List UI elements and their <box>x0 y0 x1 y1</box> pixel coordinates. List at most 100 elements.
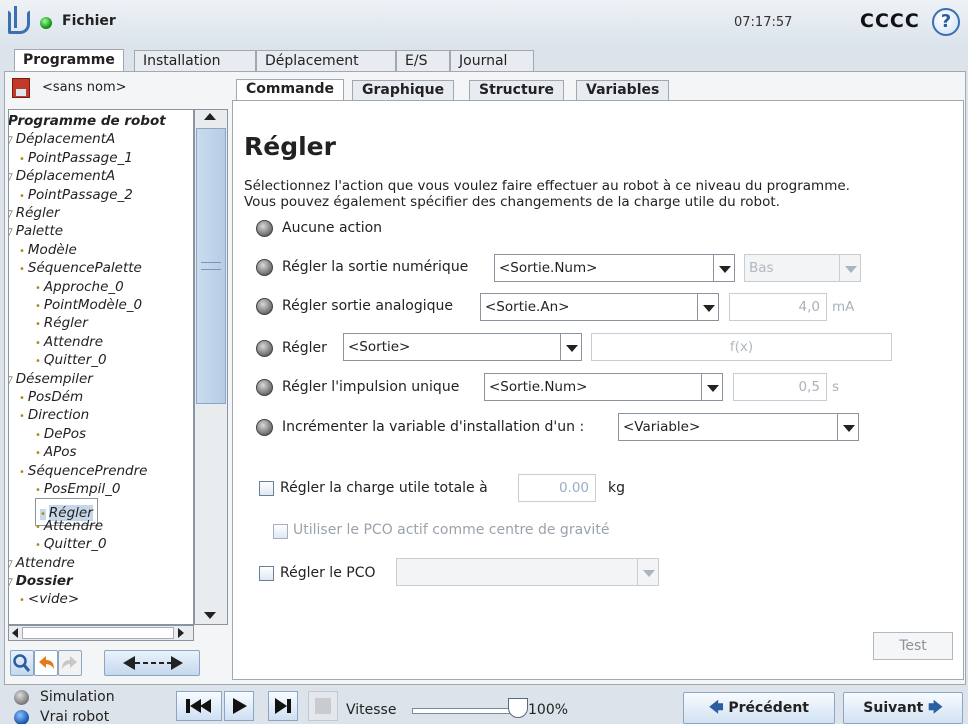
chevron-down-icon[interactable] <box>697 293 719 321</box>
tree-node[interactable]: ▽Palette <box>9 222 63 242</box>
previous-label: Précédent <box>728 700 809 716</box>
digital-output-select[interactable]: <Sortie.Num> <box>494 254 714 282</box>
tree-node-marker-icon: • <box>19 153 25 165</box>
tree-node[interactable]: • Quitter_0 <box>35 351 107 371</box>
undo-button[interactable] <box>34 650 58 676</box>
tree-node[interactable]: • PointModèle_0 <box>35 296 142 316</box>
pulse-output-select[interactable]: <Sortie.Num> <box>484 373 702 401</box>
speed-value: 100% <box>528 702 569 718</box>
tree-hscroll-thumb[interactable] <box>22 627 174 639</box>
speed-label: Vitesse <box>346 702 397 718</box>
tree-node[interactable]: ▽Régler <box>9 204 60 224</box>
step-button[interactable] <box>268 691 298 721</box>
tree-node-marker-icon: ▽ <box>9 577 13 588</box>
tree-node-label: PointModèle_0 <box>43 297 143 313</box>
tree-node[interactable]: • Attendre <box>35 333 103 353</box>
tree-node[interactable]: ▽Dossier <box>9 572 73 592</box>
radio-aucune-action[interactable] <box>256 220 273 237</box>
file-menu[interactable]: Fichier <box>62 13 116 29</box>
previous-button[interactable]: 🡄 Précédent <box>683 692 835 724</box>
tree-node[interactable]: • PosEmpil_0 <box>35 480 120 500</box>
tree-node[interactable]: • PointPassage_1 <box>19 149 133 169</box>
payload-field[interactable]: 0.00 <box>518 474 596 502</box>
ur-logo-stroke <box>14 6 24 28</box>
radio-regler[interactable] <box>256 340 273 357</box>
use-tcp-cog-checkbox <box>273 524 288 539</box>
variable-select[interactable]: <Variable> <box>618 413 838 441</box>
tree-node[interactable]: Programme de robot <box>9 112 166 132</box>
scroll-right-icon[interactable] <box>178 628 184 638</box>
chevron-down-icon[interactable] <box>837 413 859 441</box>
scroll-up-icon[interactable] <box>204 113 216 120</box>
tab-variables[interactable]: Variables <box>576 80 670 100</box>
simulation-radio[interactable] <box>14 690 29 705</box>
tree-node[interactable]: • <vide> <box>19 590 79 610</box>
scroll-down-icon[interactable] <box>204 612 216 619</box>
search-button[interactable] <box>10 650 34 676</box>
move-arrows-icon <box>123 656 183 670</box>
tab-es[interactable]: E/S <box>396 50 450 72</box>
tree-node[interactable]: • APos <box>35 443 77 463</box>
tree-node[interactable]: • Régler <box>35 314 88 334</box>
tree-node[interactable]: • Attendre <box>35 517 103 537</box>
label-incrementer-variable: Incrémenter la variable d'installation d… <box>282 419 585 435</box>
pulse-unit: s <box>832 379 840 395</box>
tree-node[interactable]: • Quitter_0 <box>35 535 107 555</box>
tcp-checkbox[interactable] <box>259 566 274 581</box>
tree-node-label: Régler <box>43 315 88 332</box>
tree-node[interactable]: ▽Désempiler <box>9 370 93 390</box>
tree-node[interactable]: ▽DéplacementA <box>9 130 115 150</box>
analog-output-select[interactable]: <Sortie.An> <box>480 293 698 321</box>
redo-button[interactable] <box>58 650 82 676</box>
output-select[interactable]: <Sortie> <box>343 333 561 361</box>
tree-node[interactable]: • Direction <box>19 406 89 426</box>
expression-field[interactable]: f(x) <box>591 333 892 361</box>
tab-graphique[interactable]: Graphique <box>352 80 455 100</box>
tab-programme[interactable]: Programme <box>14 49 124 73</box>
tree-node-marker-icon: ▽ <box>9 209 13 220</box>
tree-node-marker-icon: • <box>35 319 41 331</box>
move-node-button[interactable] <box>104 650 200 676</box>
rewind-icon <box>186 699 211 713</box>
tab-journal[interactable]: Journal <box>450 50 534 72</box>
payload-checkbox[interactable] <box>259 481 274 496</box>
tree-node[interactable]: • Approche_0 <box>35 278 124 298</box>
tree-node[interactable]: • Modèle <box>19 241 77 261</box>
scroll-left-icon[interactable] <box>12 628 18 638</box>
tree-node-label: PointPassage_2 <box>27 186 133 203</box>
help-icon[interactable]: ? <box>932 8 960 36</box>
tree-node[interactable]: • DePos <box>35 425 86 445</box>
tree-node[interactable]: ▽Attendre <box>9 554 75 574</box>
radio-incrementer-variable[interactable] <box>256 419 273 436</box>
play-button[interactable] <box>224 691 254 721</box>
tree-node[interactable]: ▽DéplacementA <box>9 167 115 187</box>
speed-slider-handle[interactable] <box>508 698 528 718</box>
play-icon <box>233 698 247 714</box>
tree-node[interactable]: • SéquencePalette <box>19 259 142 279</box>
program-tree[interactable]: Programme de robot▽DéplacementA•PointPas… <box>8 109 194 625</box>
tab-installation[interactable]: Installation <box>134 50 256 72</box>
chevron-down-icon[interactable] <box>560 333 582 361</box>
tree-node-label: Attendre <box>15 554 75 571</box>
tree-node-marker-icon: • <box>19 393 25 404</box>
radio-sortie-numerique[interactable] <box>256 259 273 276</box>
next-button[interactable]: Suivant 🡆 <box>843 692 963 724</box>
real-robot-radio[interactable] <box>14 710 29 724</box>
tree-node[interactable]: • SéquencePrendre <box>19 462 147 482</box>
tree-node-marker-icon: • <box>19 245 25 257</box>
chevron-down-icon[interactable] <box>701 373 723 401</box>
tree-node[interactable]: • PointPassage_2 <box>19 186 133 206</box>
test-button[interactable]: Test <box>873 632 953 660</box>
tab-commande[interactable]: Commande <box>236 79 344 101</box>
radio-impulsion-unique[interactable] <box>256 379 273 396</box>
tab-deplacement[interactable]: Déplacement <box>256 50 396 72</box>
tree-node-label: Attendre <box>43 517 104 534</box>
save-icon[interactable] <box>12 78 30 98</box>
speed-slider-track[interactable] <box>412 708 522 714</box>
tab-structure[interactable]: Structure <box>469 80 565 100</box>
tree-node[interactable]: • PosDém <box>19 388 83 408</box>
label-impulsion-unique: Régler l'impulsion unique <box>282 379 460 395</box>
chevron-down-icon[interactable] <box>713 254 735 282</box>
radio-sortie-analogique[interactable] <box>256 298 273 315</box>
rewind-button[interactable] <box>176 691 222 721</box>
